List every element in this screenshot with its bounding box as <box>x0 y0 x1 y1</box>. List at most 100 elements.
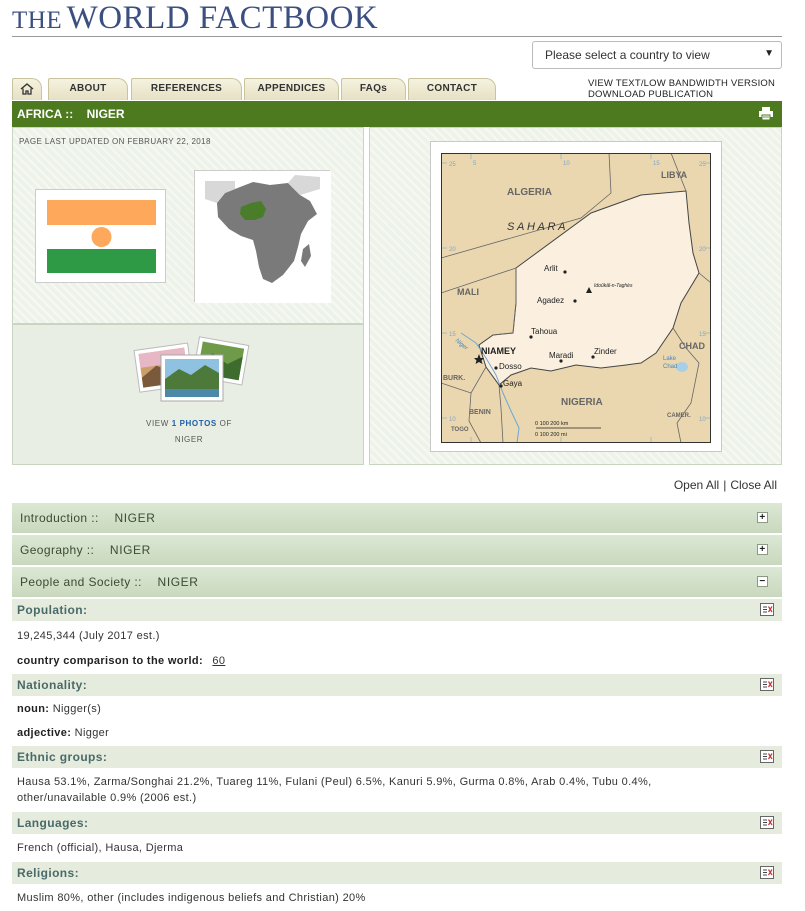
section-introduction[interactable]: Introduction :: NIGER + <box>12 503 782 533</box>
compare-icon[interactable] <box>760 750 774 763</box>
map-lat-15: 15 <box>449 332 456 338</box>
section-people-and-society[interactable]: People and Society :: NIGER − <box>12 567 782 597</box>
photos-panel: VIEW 1 PHOTOS OF NIGER <box>12 324 364 465</box>
photos-country: NIGER <box>174 435 204 444</box>
ethnic-value-line1: Hausa 53.1%, Zarma/Songhai 21.2%, Tuareg… <box>17 776 652 788</box>
map-lat-20-right: 20 <box>699 247 706 253</box>
field-label: Religions: <box>17 866 80 880</box>
breadcrumb: AFRICA :: NIGER <box>12 101 782 127</box>
photo-stack-image[interactable] <box>131 335 251 405</box>
field-label: Languages: <box>17 816 89 830</box>
locator-map[interactable] <box>194 170 331 303</box>
comparison-label: country comparison to the world: <box>17 655 203 667</box>
ethnic-value-line2: other/unavailable 0.9% (2006 est.) <box>17 792 197 804</box>
section-title: People and Society :: <box>20 575 142 589</box>
nav-tab-faqs[interactable]: FAQs <box>341 78 406 100</box>
nav-tab-appendices[interactable]: APPENDICES <box>244 78 339 100</box>
map-city-maradi: Maradi <box>549 351 574 360</box>
section-title: Geography :: <box>20 543 95 557</box>
map-city-agadez: Agadez <box>537 296 564 305</box>
photos-view-text: VIEW <box>146 419 169 428</box>
expand-icon[interactable]: + <box>757 544 768 555</box>
section-title: Introduction :: <box>20 511 99 525</box>
expand-controls: Open All | Close All <box>674 478 777 492</box>
close-all-link[interactable]: Close All <box>730 478 777 492</box>
population-value: 19,245,344 (July 2017 est.) <box>17 630 160 642</box>
nationality-noun: noun: Nigger(s) <box>17 701 101 717</box>
field-header-religions[interactable]: Religions: <box>12 862 782 884</box>
map-lat-25: 25 <box>449 162 456 168</box>
site-title-main: WORLD FACTBOOK <box>66 0 379 36</box>
map-label-chad: CHAD <box>679 341 705 351</box>
comparison-rank-link[interactable]: 60 <box>212 655 225 667</box>
adjective-label: adjective: <box>17 727 72 739</box>
text-version-link[interactable]: VIEW TEXT/LOW BANDWIDTH VERSION <box>588 78 775 89</box>
map-label-libya: LIBYA <box>661 170 688 180</box>
map-city-arlit: Arlit <box>544 264 559 273</box>
map-lon-10: 10 <box>563 161 570 167</box>
compare-icon[interactable] <box>760 678 774 691</box>
download-publication-link[interactable]: DOWNLOAD PUBLICATION <box>588 89 775 100</box>
home-icon <box>20 83 34 95</box>
field-header-languages[interactable]: Languages: <box>12 812 782 834</box>
photos-count-link[interactable]: 1 PHOTOS <box>172 419 217 428</box>
field-label: Ethnic groups: <box>17 750 108 764</box>
open-all-link[interactable]: Open All <box>674 478 719 492</box>
religions-value: Muslim 80%, other (includes indigenous b… <box>17 892 366 904</box>
map-lat-25-right: 25 <box>699 162 706 168</box>
expand-icon[interactable]: + <box>757 512 768 523</box>
field-label: Nationality: <box>17 678 88 692</box>
compare-icon[interactable] <box>760 866 774 879</box>
section-country: NIGER <box>109 543 151 557</box>
map-scale-mi: 0 100 200 mi <box>535 432 567 438</box>
compare-icon[interactable] <box>760 816 774 829</box>
map-label-sahara: S A H A R A <box>507 221 565 233</box>
map-lat-10-right: 10 <box>699 417 706 423</box>
nav-tab-contact[interactable]: CONTACT <box>408 78 496 100</box>
photos-caption: VIEW 1 PHOTOS OF <box>13 419 365 428</box>
summary-panel: PAGE LAST UPDATED ON FEBRUARY 22, 2018 <box>12 127 364 324</box>
map-label-chad-lake: Chad <box>663 364 677 370</box>
controls-separator: | <box>723 478 727 492</box>
section-country: NIGER <box>114 511 156 525</box>
map-lon-15: 15 <box>653 161 660 167</box>
field-label: Population: <box>17 603 88 617</box>
nav-tab-about[interactable]: ABOUT <box>48 78 128 100</box>
site-title-the: THE <box>12 7 63 34</box>
map-label-camer: CAMER. <box>667 413 691 419</box>
map-city-niamey: NIAMEY <box>481 346 516 356</box>
site-logo[interactable]: THE WORLD FACTBOOK <box>12 0 378 37</box>
languages-value: French (official), Hausa, Djerma <box>17 842 184 854</box>
breadcrumb-country: NIGER <box>86 107 125 121</box>
utility-links: VIEW TEXT/LOW BANDWIDTH VERSION DOWNLOAD… <box>588 78 775 100</box>
map-lat-20: 20 <box>449 247 456 253</box>
nationality-adjective: adjective: Nigger <box>17 725 109 741</box>
niger-flag <box>47 200 156 273</box>
adjective-value: Nigger <box>74 727 110 739</box>
last-updated: PAGE LAST UPDATED ON FEBRUARY 22, 2018 <box>19 137 211 146</box>
map-city-idoukal: Idoûkâl-n-Taghès <box>594 283 633 289</box>
map-scale-km: 0 100 200 km <box>535 421 569 427</box>
section-geography[interactable]: Geography :: NIGER + <box>12 535 782 565</box>
print-icon[interactable] <box>758 106 774 121</box>
flag-image[interactable] <box>35 189 166 283</box>
country-select-placeholder: Please select a country to view <box>545 48 710 62</box>
field-header-population[interactable]: Population: <box>12 599 782 621</box>
map-label-lake: Lake <box>663 356 677 362</box>
field-header-nationality[interactable]: Nationality: <box>12 674 782 696</box>
chevron-down-icon: ▼ <box>764 48 774 59</box>
nav-home-tab[interactable] <box>12 78 42 100</box>
country-map-card[interactable]: 25 25 20 20 15 15 10 10 5 10 15 ALGERIA … <box>430 141 722 452</box>
map-label-mali: MALI <box>457 287 479 297</box>
compare-icon[interactable] <box>760 603 774 616</box>
field-header-ethnic-groups[interactable]: Ethnic groups: <box>12 746 782 768</box>
noun-label: noun: <box>17 703 50 715</box>
collapse-icon[interactable]: − <box>757 576 768 587</box>
breadcrumb-region[interactable]: AFRICA :: <box>17 107 73 121</box>
map-city-dosso: Dosso <box>499 362 522 371</box>
map-city-gaya: Gaya <box>503 379 523 388</box>
country-select[interactable]: Please select a country to view ▼ <box>532 41 782 69</box>
map-label-togo: TOGO <box>451 427 469 433</box>
noun-value: Nigger(s) <box>52 703 102 715</box>
nav-tab-references[interactable]: REFERENCES <box>131 78 242 100</box>
